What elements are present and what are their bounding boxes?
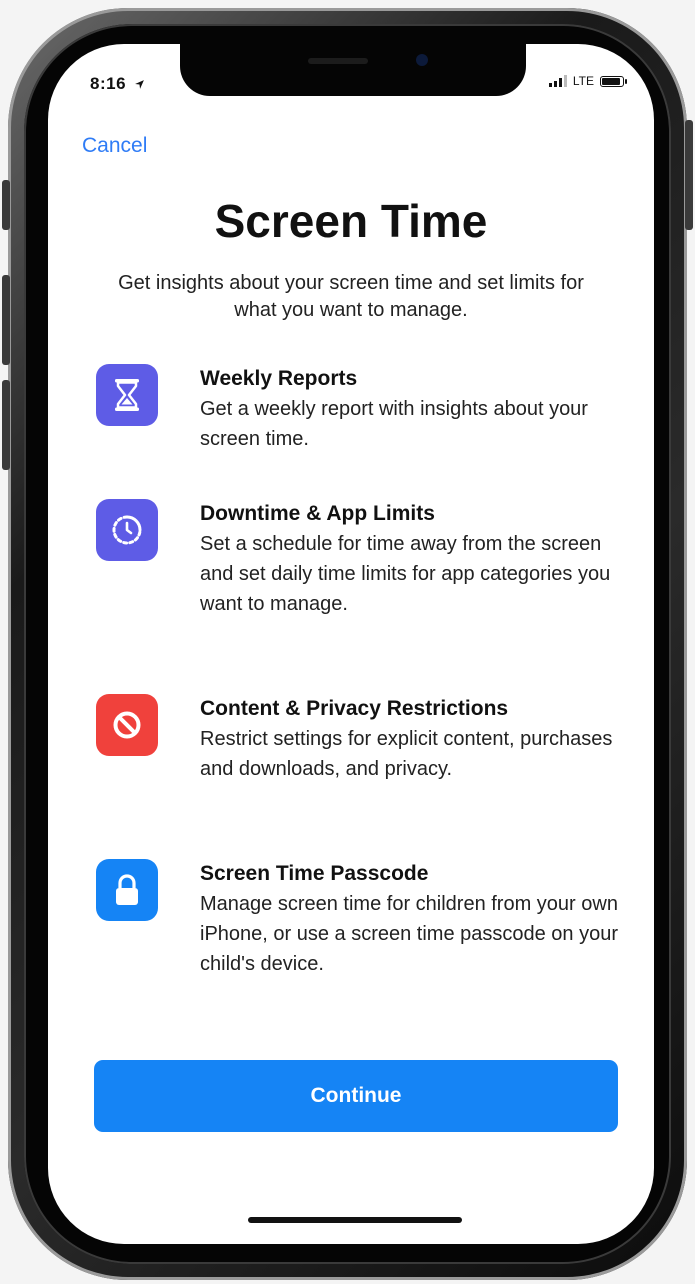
feature-description: Restrict settings for explicit content, … [200,728,613,780]
feature-text: Weekly Reports Get a weekly report with … [200,364,624,454]
status-indicators: LTE [548,74,627,88]
notch [180,44,526,96]
feature-text: Screen Time Passcode Manage screen time … [200,859,624,979]
volume-down-button [2,380,10,470]
side-power-button [685,120,693,230]
feature-text: Downtime & App Limits Set a schedule for… [200,499,624,619]
phone-screen: 8:16 LTE Cancel Screen Time Get insights… [48,44,654,1244]
battery-icon [600,75,627,87]
feature-description: Manage screen time for children from you… [200,893,619,975]
status-time: 8:16 [90,74,145,94]
lock-icon [96,859,158,921]
status-time-text: 8:16 [90,74,127,93]
feature-title: Content & Privacy Restrictions [200,697,509,720]
hourglass-icon [96,364,158,426]
volume-up-button [2,275,10,365]
front-camera [416,54,428,66]
mute-switch [2,180,10,230]
speaker-grille [308,58,368,64]
feature-text: Content & Privacy Restrictions Restrict … [200,694,624,784]
cancel-button[interactable]: Cancel [82,134,147,158]
feature-description: Set a schedule for time away from the sc… [200,533,611,615]
location-arrow-icon [135,80,145,89]
feature-title: Screen Time Passcode [200,862,429,885]
feature-title: Weekly Reports [200,367,358,390]
screenshot-stage: 8:16 LTE Cancel Screen Time Get insights… [0,0,695,1284]
restriction-icon [96,694,158,756]
downtime-icon [96,499,158,561]
home-indicator[interactable] [248,1217,462,1223]
page-subtitle: Get insights about your screen time and … [118,272,584,321]
feature-title: Downtime & App Limits [200,502,435,525]
continue-button[interactable]: Continue [94,1060,618,1132]
signal-strength-icon [548,75,567,87]
page-title: Screen Time [214,195,488,247]
network-type-label: LTE [572,74,594,88]
feature-description: Get a weekly report with insights about … [200,398,588,450]
